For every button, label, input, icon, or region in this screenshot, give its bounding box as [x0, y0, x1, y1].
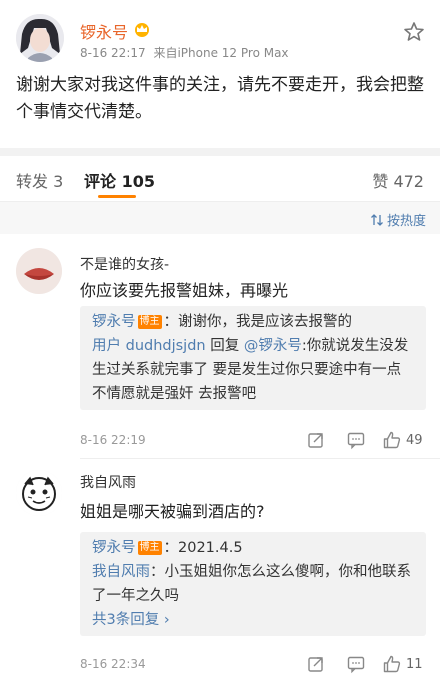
comment-time: 8-16 22:19: [80, 433, 146, 447]
comment-text: 姐姐是哪天被骗到酒店的?: [80, 502, 265, 521]
author-avatar[interactable]: [16, 14, 64, 62]
reply-author[interactable]: 锣永号: [92, 314, 136, 330]
commenter-name[interactable]: 我自风雨: [80, 472, 136, 492]
post-meta: 8-16 22:17 来自iPhone 12 Pro Max: [80, 44, 289, 61]
comment-item: 不是谁的女孩- 你应该要先报警姐妹，再曝光 锣永号 博主 ：谢谢你，我是应该去报警的…: [0, 234, 440, 458]
reply-connector: 回复: [205, 338, 244, 354]
post-source: 来自iPhone 12 Pro Max: [153, 46, 289, 60]
commenter-avatar[interactable]: [16, 248, 62, 294]
reply-author[interactable]: 用户 dudhdjsjdn: [92, 338, 206, 354]
comment-icon[interactable]: [346, 430, 366, 450]
post-time: 8-16 22:17: [80, 46, 146, 60]
reply-item: 我自风雨：小玉姐姐你怎么这么傻啊，你和他联系了一年之久吗: [92, 560, 414, 608]
commenter-avatar[interactable]: [16, 470, 62, 516]
reply-box[interactable]: 锣永号 博主 ：谢谢你，我是应该去报警的 用户 dudhdjsjdn 回复 @锣永号…: [80, 306, 426, 410]
share-icon[interactable]: [306, 430, 326, 450]
reply-author[interactable]: 我自风雨: [92, 564, 150, 580]
author-badge: 博主: [137, 315, 162, 329]
post-text: 谢谢大家对我这件事的关注，请先不要走开，我会把整个事情交代清楚。: [16, 75, 424, 122]
comment-item: 我自风雨 姐姐是哪天被骗到酒店的? 锣永号 博主 ：2021.4.5 我自风雨：小玉…: [0, 458, 440, 684]
tab-like[interactable]: 赞 472: [372, 168, 424, 192]
sort-label: 按热度: [386, 214, 426, 229]
reply-mention[interactable]: @锣永号: [244, 338, 302, 354]
active-tab-indicator: [98, 195, 136, 198]
comment-text: 你应该要先报警姐妹，再曝光: [80, 281, 289, 300]
comment-time: 8-16 22:34: [80, 657, 146, 671]
like-count: 11: [406, 657, 423, 672]
thumbs-up-icon[interactable]: [382, 430, 402, 450]
vip-crown-icon: [135, 23, 149, 37]
like-count: 49: [406, 433, 423, 448]
reply-author[interactable]: 锣永号: [92, 540, 136, 556]
reply-item: 用户 dudhdjsjdn 回复 @锣永号:你就说发生没发生过关系就完事了 要是…: [92, 334, 414, 406]
reply-box[interactable]: 锣永号 博主 ：2021.4.5 我自风雨：小玉姐姐你怎么这么傻啊，你和他联系了一年…: [80, 532, 426, 636]
commenter-name[interactable]: 不是谁的女孩-: [80, 254, 169, 274]
reply-item: 锣永号 博主 ：谢谢你，我是应该去报警的: [92, 310, 414, 334]
comment-icon[interactable]: [346, 654, 366, 674]
tab-repost[interactable]: 转发 3: [16, 168, 63, 192]
author-badge: 博主: [137, 541, 162, 555]
more-replies-link[interactable]: 共3条回复 ›: [92, 608, 414, 632]
tab-comment[interactable]: 评论 105: [84, 168, 155, 192]
reply-item: 锣永号 博主 ：2021.4.5: [92, 536, 414, 560]
share-icon[interactable]: [306, 654, 326, 674]
reply-text: ：2021.4.5: [163, 540, 243, 556]
comment-footer: 8-16 22:19 49: [80, 430, 426, 452]
author-name[interactable]: 锣永号: [80, 19, 128, 43]
section-divider: [0, 148, 440, 156]
sort-bar: 按热度: [0, 202, 440, 234]
thumbs-up-icon[interactable]: [382, 654, 402, 674]
reply-text: ：谢谢你，我是应该去报警的: [163, 314, 353, 330]
favorite-star-icon[interactable]: [402, 20, 426, 44]
sort-by-hot-button[interactable]: 按热度: [370, 210, 426, 229]
sort-icon: [371, 214, 383, 226]
post-tabs: 转发 3 评论 105 赞 472: [0, 156, 440, 202]
post-header: 锣永号 8-16 22:17 来自iPhone 12 Pro Max: [0, 0, 440, 70]
comment-footer: 8-16 22:34 11: [80, 654, 426, 676]
